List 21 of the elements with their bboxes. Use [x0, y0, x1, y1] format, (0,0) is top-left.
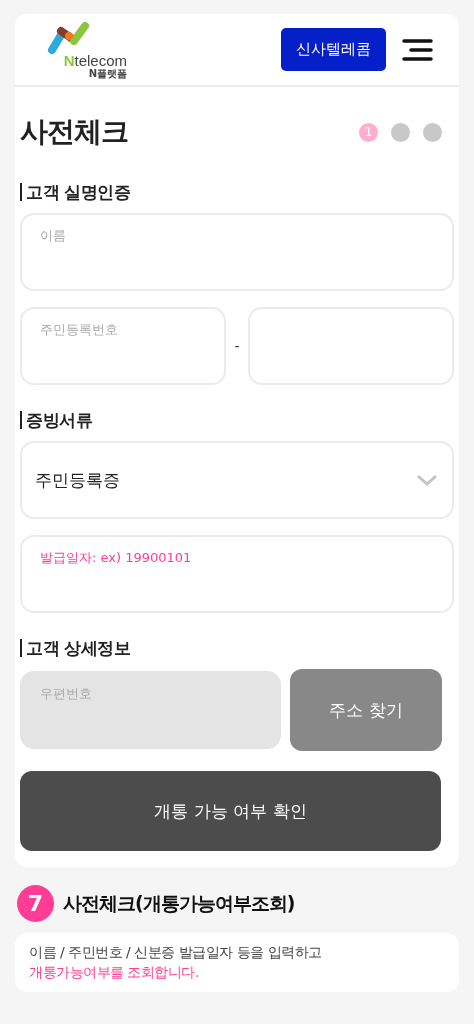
issue-date-field[interactable]: 발급일자: ex) 19900101: [20, 535, 454, 613]
step-indicator: 1: [359, 122, 378, 142]
id-number-field[interactable]: 주민등록번호: [20, 307, 227, 385]
address-search-button[interactable]: 주소 찾기: [290, 669, 442, 751]
note-highlight-text: 개통가능여부를 조회합니다.: [29, 964, 200, 982]
partner-button[interactable]: 신사텔레콤: [281, 28, 386, 71]
page-title: 사전체크: [20, 114, 128, 150]
logo-subtitle: N플랫폼: [88, 67, 127, 79]
check-eligibility-button[interactable]: 개통 가능 여부 확인: [20, 771, 441, 851]
menu-icon[interactable]: [402, 38, 433, 61]
separator-text: -: [233, 338, 241, 354]
section-heading: 고객 실명인증: [20, 183, 454, 201]
note-title: 사전체크(개통가능여부조회): [63, 890, 295, 916]
note-text: 이름 / 주민번호 / 신분증 발급일자 등을 입력하고: [29, 944, 323, 962]
document-select[interactable]: 주민등록증: [20, 441, 454, 519]
logo-text: Ntelecom: [63, 52, 127, 68]
step-number-badge: 7: [17, 885, 54, 922]
chevron-icon: [416, 474, 438, 486]
section-heading: 증빙서류: [20, 411, 454, 429]
section-heading: 고객 상세정보: [20, 639, 454, 657]
name-field[interactable]: 이름: [20, 213, 454, 291]
